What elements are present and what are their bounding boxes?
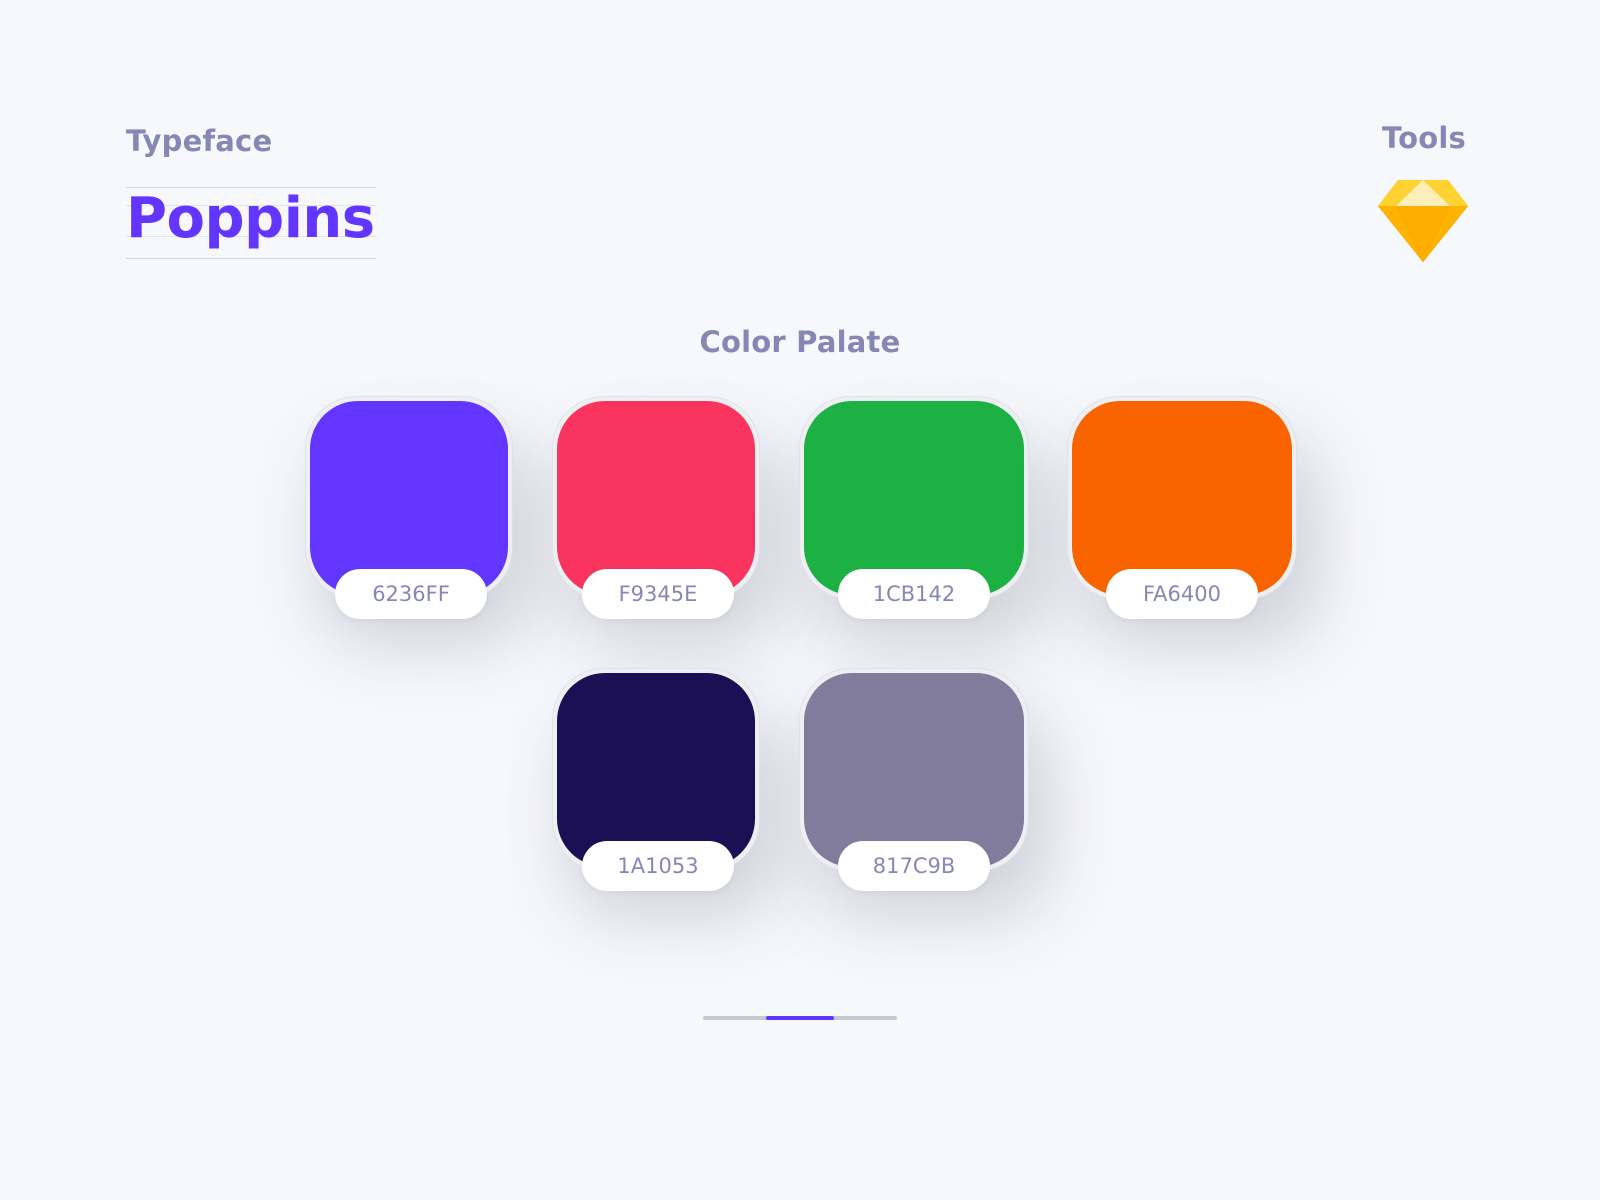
- typeface-heading: Typeface: [126, 124, 273, 158]
- color-swatch: [804, 401, 1024, 595]
- hex-code-label: 1CB142: [838, 569, 990, 619]
- color-swatch: [557, 401, 755, 595]
- page-indicator[interactable]: [703, 1016, 897, 1020]
- color-swatch-card: 1CB142: [799, 396, 1029, 619]
- color-swatch: [1072, 401, 1292, 595]
- hex-code-label: 1A1053: [582, 841, 734, 891]
- sketch-diamond-icon: [1378, 180, 1468, 262]
- color-swatch-card: FA6400: [1067, 396, 1297, 619]
- hex-code-label: 817C9B: [838, 841, 990, 891]
- color-swatch-card: 817C9B: [799, 668, 1029, 891]
- color-swatch-card: 1A1053: [552, 668, 760, 891]
- color-swatch-card: F9345E: [552, 396, 760, 619]
- hex-code-label: F9345E: [582, 569, 734, 619]
- hex-code-label: FA6400: [1106, 569, 1258, 619]
- color-swatch: [804, 673, 1024, 867]
- color-swatch: [557, 673, 755, 867]
- color-swatch-card: 6236FF: [305, 396, 513, 619]
- color-swatch: [310, 401, 508, 595]
- color-palette-heading: Color Palate: [699, 325, 901, 359]
- page-indicator-active: [766, 1016, 834, 1020]
- font-specimen: Poppins: [126, 186, 376, 259]
- tools-heading: Tools: [1382, 121, 1466, 155]
- font-name: Poppins: [126, 186, 375, 251]
- hex-code-label: 6236FF: [335, 569, 487, 619]
